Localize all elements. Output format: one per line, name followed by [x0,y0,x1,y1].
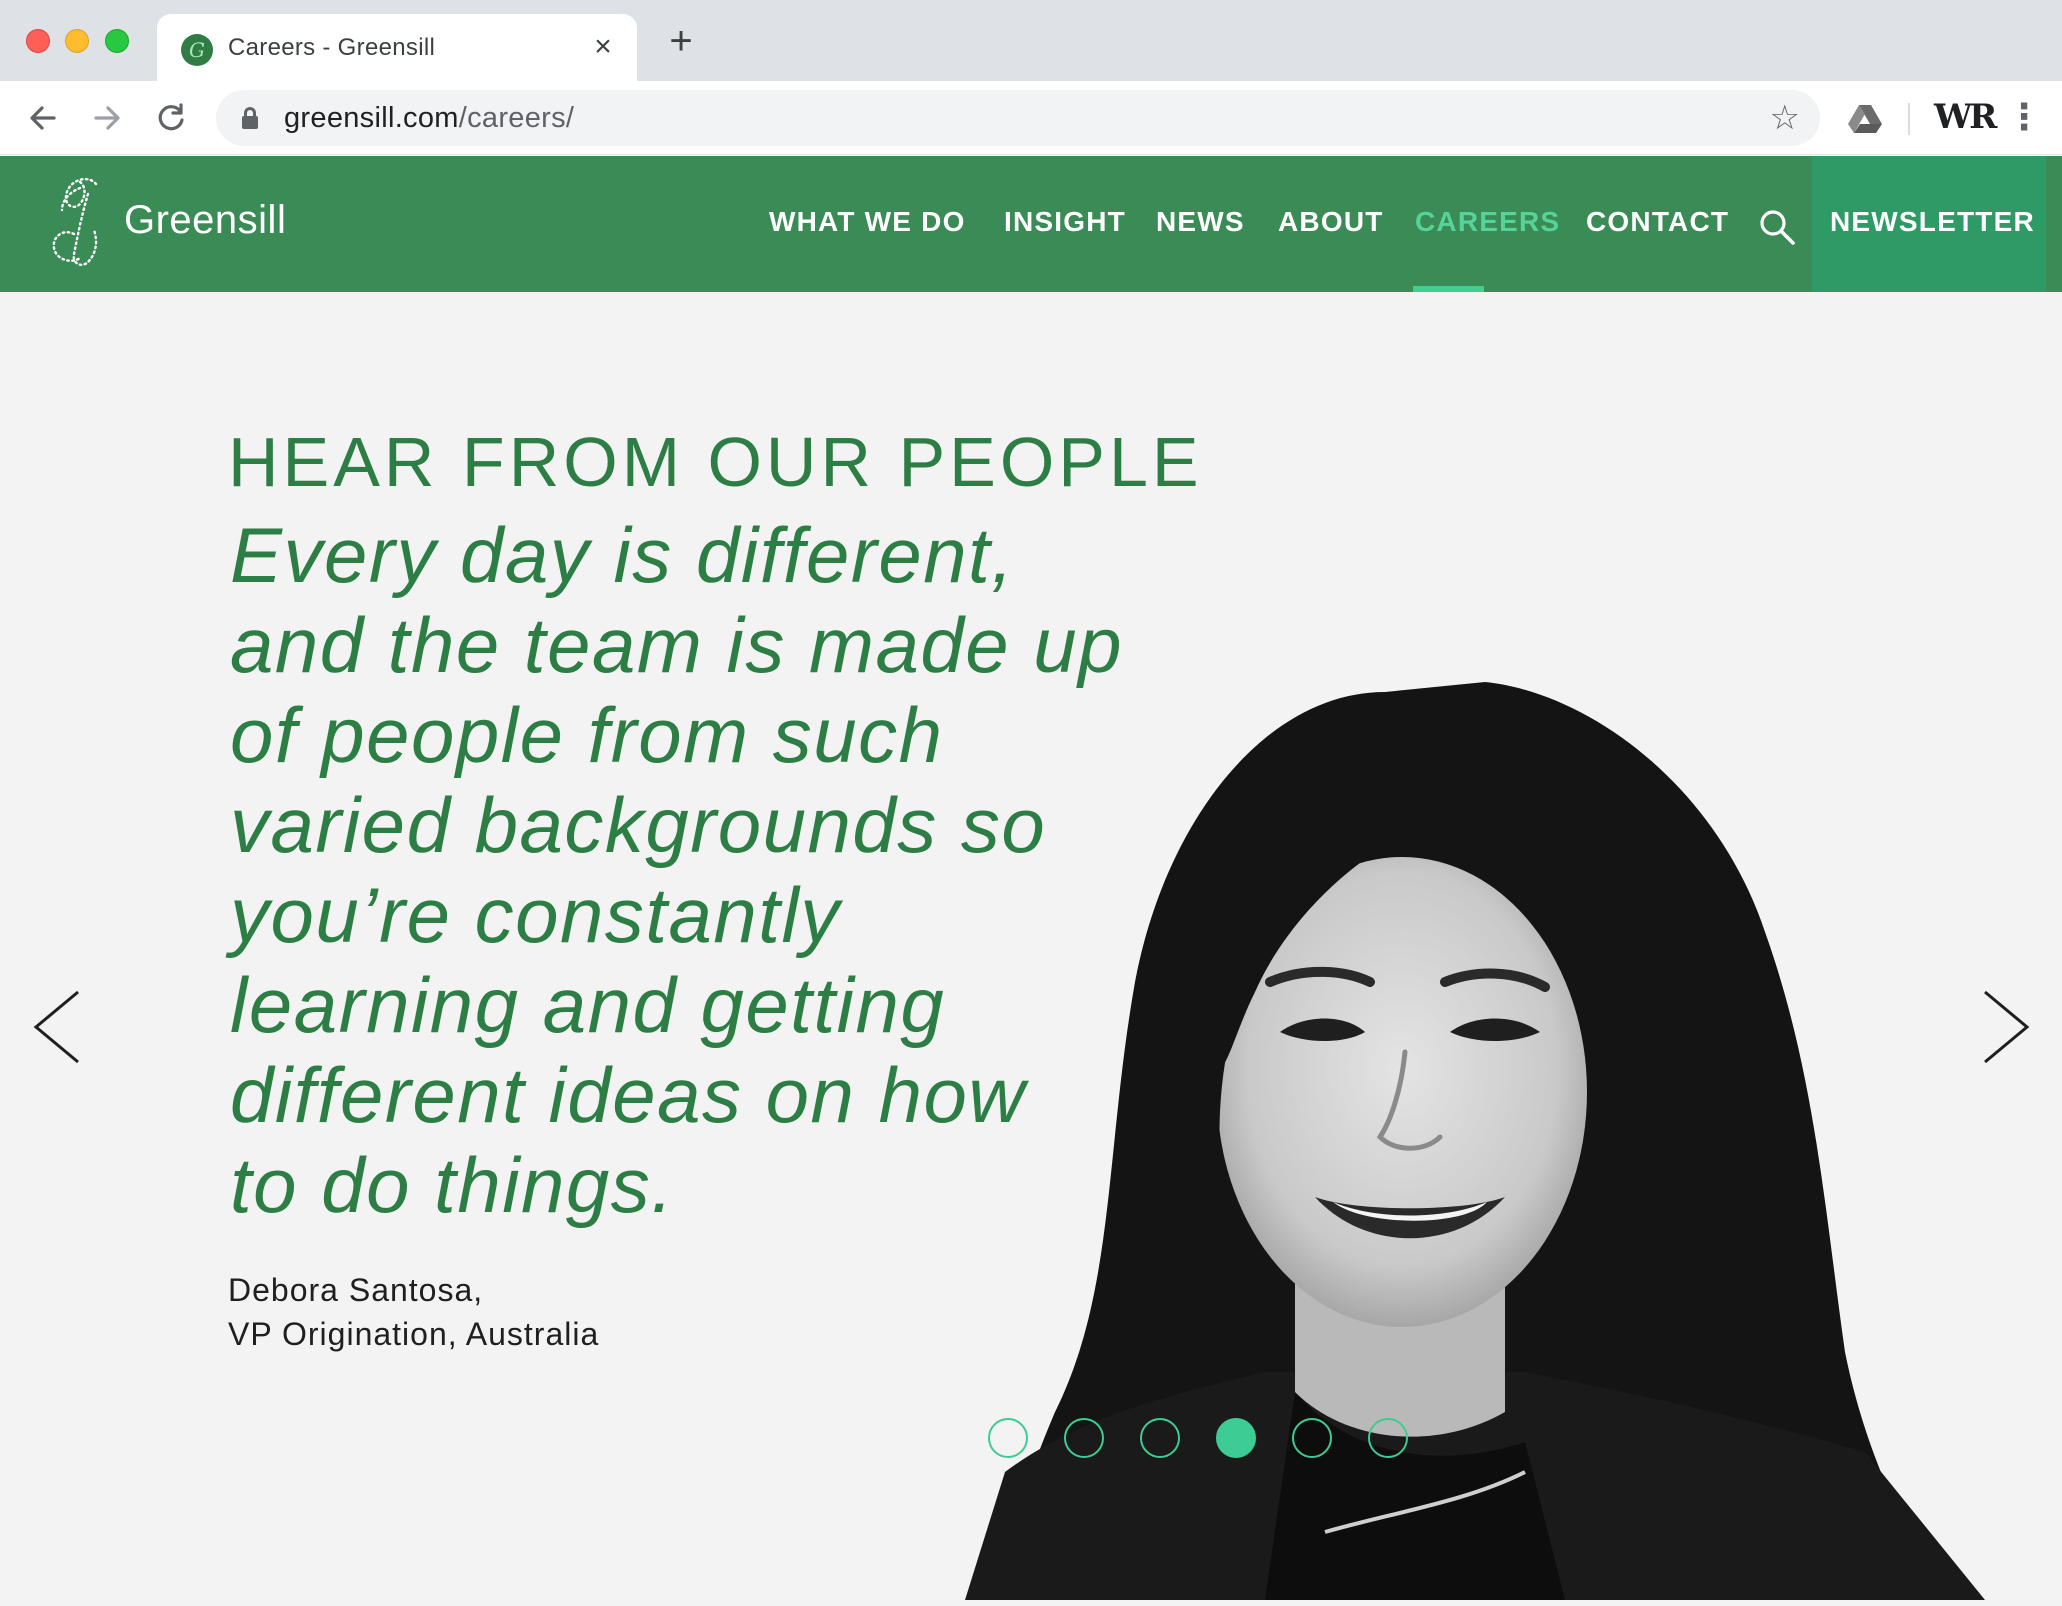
browser-tab-active[interactable]: G Careers - Greensill × [157,14,637,81]
testimonial-carousel: HEAR FROM OUR PEOPLE Every day is differ… [0,292,2062,1606]
person-role: VP Origination, Australia [228,1316,600,1352]
carousel-dot-active[interactable] [1216,1418,1256,1458]
newsletter-button[interactable]: NEWSLETTER [1812,156,2046,292]
browser-toolbar: greensill.com/careers/ ☆ WR ⋮ [0,81,2062,155]
tab-close-icon[interactable]: × [587,31,619,63]
next-slide-arrow-icon[interactable] [1975,982,2035,1072]
nav-careers[interactable]: CAREERS [1415,206,1560,238]
wr-extension-icon[interactable]: WR [1934,97,1997,137]
carousel-dot[interactable] [1064,1418,1104,1458]
close-window-button[interactable] [26,29,50,53]
forward-arrow-icon[interactable] [86,97,128,139]
logo-wordmark: Greensill [124,198,287,242]
carousel-dot[interactable] [1292,1418,1332,1458]
nav-contact[interactable]: CONTACT [1586,206,1729,238]
search-icon[interactable] [1758,208,1796,246]
employee-portrait [965,682,1985,1600]
carousel-dot[interactable] [1368,1418,1408,1458]
nav-insight[interactable]: INSIGHT [1004,206,1126,238]
nav-news[interactable]: NEWS [1156,206,1245,238]
browser-tab-strip: G Careers - Greensill × + [0,0,2062,81]
greensill-favicon-icon: G [181,34,213,66]
new-tab-button[interactable]: + [662,21,700,61]
url-path: /careers/ [458,102,575,134]
toolbar-separator [1908,103,1910,135]
tab-title: Careers - Greensill [228,34,436,61]
google-drive-extension-icon[interactable] [1848,103,1882,133]
previous-slide-arrow-icon[interactable] [28,982,88,1072]
url-text[interactable]: greensill.com/careers/ [284,102,574,135]
reload-icon[interactable] [150,97,192,139]
minimize-window-button[interactable] [65,29,89,53]
nav-what-we-do[interactable]: WHAT WE DO [769,206,966,238]
site-header: Greensill WHAT WE DO INSIGHT NEWS ABOUT … [0,156,2062,292]
maximize-window-button[interactable] [105,29,129,53]
browser-menu-icon[interactable]: ⋮ [2006,99,2042,137]
carousel-dot[interactable] [1140,1418,1180,1458]
person-name: Debora Santosa, [228,1272,484,1308]
quote-line: Every day is different, [230,511,1015,599]
nav-about[interactable]: ABOUT [1278,206,1384,238]
greensill-g-monogram-icon [52,177,98,266]
carousel-dot[interactable] [988,1418,1028,1458]
section-heading: HEAR FROM OUR PEOPLE [228,423,1203,501]
url-domain: greensill.com [284,102,459,134]
lock-icon[interactable] [242,107,258,129]
newsletter-label: NEWSLETTER [1830,206,2035,237]
bookmark-star-icon[interactable]: ☆ [1770,98,1800,138]
back-arrow-icon[interactable] [22,97,64,139]
address-bar[interactable]: greensill.com/careers/ ☆ [216,90,1820,146]
